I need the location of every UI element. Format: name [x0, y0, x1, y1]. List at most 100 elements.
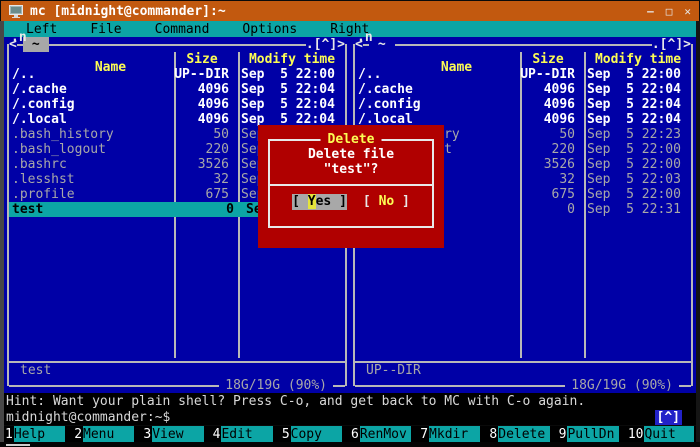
- file-name: test: [9, 202, 175, 217]
- file-mtime: Sep 5 22:00: [580, 187, 696, 202]
- command-line[interactable]: midnight@commander:~$ [^]: [4, 409, 696, 425]
- file-row[interactable]: /.config4096Sep 5 22:04: [350, 97, 696, 112]
- column-header-mtime[interactable]: Modify time: [580, 52, 696, 67]
- fnkey-copy[interactable]: 5Copy: [281, 426, 350, 442]
- button-bracket: [: [292, 194, 308, 209]
- file-name: .lesshst: [4, 172, 170, 187]
- dialog-title: Delete: [321, 132, 382, 147]
- title-bar[interactable]: mc [midnight@commander]:~ – □ ✕: [1, 1, 699, 21]
- window-title: mc [midnight@commander]:~: [30, 4, 226, 19]
- no-button[interactable]: [ No ]: [363, 194, 410, 210]
- file-mtime: Sep 5 22:00: [580, 157, 696, 172]
- file-row[interactable]: /.config4096Sep 5 22:04: [4, 97, 350, 112]
- panel-right-arrow[interactable]: >: [683, 37, 691, 52]
- menu-item-options[interactable]: Options: [242, 22, 297, 37]
- file-size: 675: [516, 187, 580, 202]
- fnkey-view[interactable]: 3View: [142, 426, 211, 442]
- file-mtime: Sep 5 22:04: [234, 97, 350, 112]
- file-name: /..: [4, 67, 170, 82]
- shell-prompt: midnight@commander:~$: [6, 410, 170, 425]
- fnkey-label: Menu: [83, 426, 134, 442]
- delete-dialog-frame: Delete Delete file"test"? [ Yes ][ No ]: [268, 139, 434, 228]
- file-size: 4096: [516, 112, 580, 127]
- fnkey-label: Mkdir: [429, 426, 480, 442]
- sort-marker[interactable]: .n: [11, 30, 27, 45]
- fnkey-label: Delete: [498, 426, 549, 442]
- fnkey-number: 7: [419, 426, 429, 442]
- file-name: .profile: [4, 187, 170, 202]
- fnkey-menu[interactable]: 2Menu: [73, 426, 142, 442]
- fnkey-label: PullDn: [567, 426, 618, 442]
- file-row[interactable]: /.cache4096Sep 5 22:04: [350, 82, 696, 97]
- file-size: 3526: [170, 157, 234, 172]
- dialog-message: Delete file"test"?: [270, 147, 432, 177]
- fnkey-delete[interactable]: 8Delete: [488, 426, 557, 442]
- disk-usage: 18G/19G (90%): [565, 378, 679, 393]
- fnkey-number: 5: [281, 426, 291, 442]
- panel-updir-control[interactable]: .[^]: [306, 37, 337, 52]
- fnkey-number: 1: [4, 426, 14, 442]
- button-hotkey: Y: [308, 194, 316, 209]
- file-size: 675: [170, 187, 234, 202]
- panel-header-row: .n Name Size Modify time: [4, 52, 350, 67]
- fnkey-mkdir[interactable]: 7Mkdir: [419, 426, 488, 442]
- file-size: 0: [175, 202, 239, 217]
- fnkey-number: 8: [488, 426, 498, 442]
- fnkey-label: Copy: [291, 426, 342, 442]
- file-size: 4096: [170, 112, 234, 127]
- close-icon[interactable]: ✕: [684, 6, 691, 17]
- file-row[interactable]: /..UP--DIRSep 5 22:00: [350, 67, 696, 82]
- panel-bottom-border: 18G/19G (90%): [4, 378, 350, 393]
- file-size: UP--DIR: [170, 67, 234, 82]
- mini-status: test: [4, 363, 350, 378]
- button-bracket: [: [363, 194, 379, 209]
- minimize-icon[interactable]: –: [647, 6, 654, 17]
- file-name: .bash_logout: [4, 142, 170, 157]
- panel-header-row: .n Name Size Modify time: [350, 52, 696, 67]
- panel-updir-control[interactable]: .[^]: [652, 37, 683, 52]
- fnkey-edit[interactable]: 4Edit: [212, 426, 281, 442]
- column-header-mtime[interactable]: Modify time: [234, 52, 350, 67]
- fnkey-quit[interactable]: 10Quit: [627, 426, 696, 442]
- fnkey-number: 3: [142, 426, 152, 442]
- file-row[interactable]: /..UP--DIRSep 5 22:00: [4, 67, 350, 82]
- column-header-size[interactable]: Size: [170, 52, 234, 67]
- panel-right-arrow[interactable]: >: [337, 37, 345, 52]
- file-size: 4096: [516, 97, 580, 112]
- file-mtime: Sep 5 22:04: [580, 82, 696, 97]
- fnkey-number: 4: [212, 426, 222, 442]
- file-name: /.cache: [350, 82, 516, 97]
- maximize-icon[interactable]: □: [666, 6, 673, 17]
- fnkey-pulldn[interactable]: 9PullDn: [558, 426, 627, 442]
- yes-button[interactable]: [ Yes ]: [292, 194, 347, 210]
- fnkey-label: View: [152, 426, 203, 442]
- file-row[interactable]: /.cache4096Sep 5 22:04: [4, 82, 350, 97]
- button-bracket: ]: [331, 194, 347, 209]
- file-name: /.config: [350, 97, 516, 112]
- fnkey-label: Help: [14, 426, 65, 442]
- fnkey-label: RenMov: [360, 426, 411, 442]
- dialog-message-line: "test"?: [270, 162, 432, 177]
- file-size: 3526: [516, 157, 580, 172]
- scroll-up-indicator[interactable]: [^]: [655, 410, 682, 425]
- button-hotkey: N: [379, 194, 387, 209]
- function-key-bar: 1Help2Menu3View4Edit5Copy6RenMov7Mkdir8D…: [4, 426, 696, 442]
- fnkey-number: 10: [627, 426, 645, 442]
- dialog-buttons: [ Yes ] [ No ]: [270, 194, 432, 210]
- fnkey-number: 6: [350, 426, 360, 442]
- column-header-size[interactable]: Size: [516, 52, 580, 67]
- fnkey-renmov[interactable]: 6RenMov: [350, 426, 419, 442]
- delete-dialog: Delete Delete file"test"? [ Yes ] [ No ]: [258, 125, 444, 248]
- file-size: 32: [516, 172, 580, 187]
- file-mtime: Sep 5 22:00: [234, 67, 350, 82]
- sort-marker[interactable]: .n: [357, 30, 373, 45]
- resize-grip[interactable]: [6, 444, 30, 446]
- terminal-monitor-icon: [9, 5, 23, 18]
- window-right-edge: [696, 21, 700, 442]
- file-size: 220: [170, 142, 234, 157]
- fnkey-number: 2: [73, 426, 83, 442]
- dialog-message-line: Delete file: [270, 147, 432, 162]
- file-size: 50: [170, 127, 234, 142]
- file-size: 50: [516, 127, 580, 142]
- fnkey-help[interactable]: 1Help: [4, 426, 73, 442]
